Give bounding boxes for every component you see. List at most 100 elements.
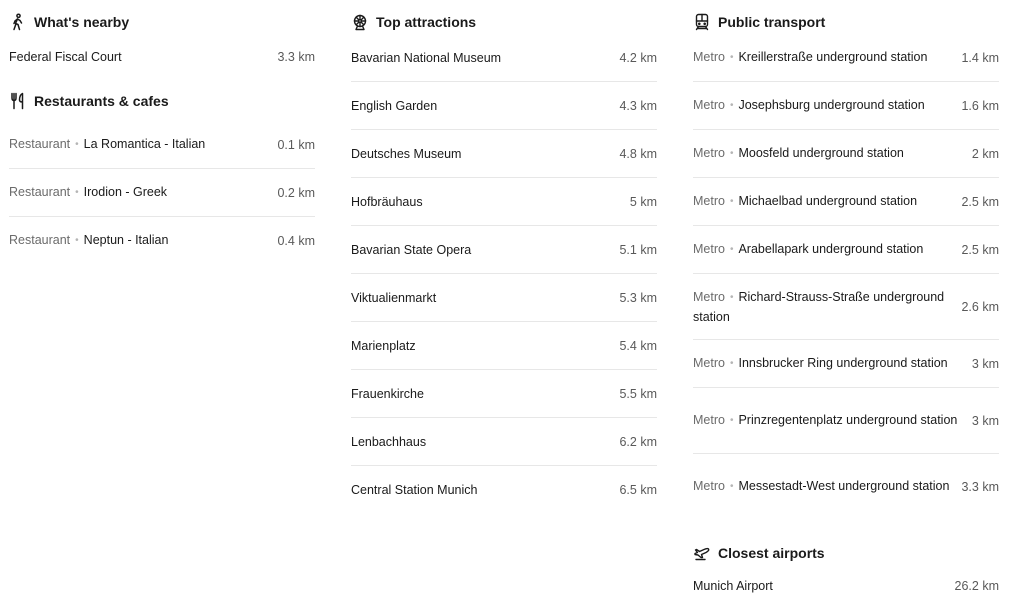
distance: 1.6 km [961, 98, 999, 113]
place-name: La Romantica - Italian [83, 136, 206, 151]
airports-list: Munich Airport 26.2 km [693, 575, 999, 597]
list-item: Munich Airport 26.2 km [693, 575, 999, 597]
place-name: Neptun - Italian [83, 232, 169, 247]
separator-dot: • [729, 414, 734, 426]
distance: 3.3 km [961, 479, 999, 494]
separator-dot: • [75, 234, 79, 246]
place-name: Innsbrucker Ring underground station [738, 355, 948, 370]
place-name: Munich Airport [693, 579, 773, 593]
category-label: Metro [693, 355, 725, 370]
category-label: Metro [693, 193, 725, 208]
walking-person-icon [9, 13, 27, 31]
distance: 3.3 km [277, 50, 315, 64]
category-label: Metro [693, 49, 725, 64]
list-item: Restaurant • Irodion - Greek 0.2 km [9, 169, 315, 217]
list-item: Restaurant • Neptun - Italian 0.4 km [9, 217, 315, 264]
column-middle: Top attractions Bavarian National Museum… [351, 0, 657, 513]
distance: 5.4 km [619, 338, 657, 353]
list-item: Federal Fiscal Court 3.3 km [9, 46, 315, 68]
distance: 4.2 km [619, 50, 657, 65]
list-item: Metro • Richard-Strauss-Straße underground… [693, 274, 999, 340]
distance: 3 km [971, 356, 999, 371]
distance: 5.5 km [619, 386, 657, 401]
separator-dot: • [729, 147, 734, 159]
place-name: Irodion - Greek [83, 184, 168, 199]
distance: 0.4 km [277, 233, 315, 248]
place-name: English Garden [351, 98, 438, 113]
list-item: Central Station Munich 6.5 km [351, 466, 657, 513]
place-name: Messestadt-West underground station [738, 478, 950, 493]
distance: 0.1 km [277, 137, 315, 152]
distance: 5.3 km [619, 290, 657, 305]
place-name: Marienplatz [351, 338, 416, 353]
category-label: Metro [693, 241, 725, 256]
category-label: Restaurant [9, 184, 71, 199]
place-name: Arabellapark underground station [738, 241, 924, 256]
list-item: Metro • Arabellapark underground station 2.… [693, 226, 999, 274]
section-header-whats-nearby: What's nearby [9, 11, 315, 33]
list-item: Metro • Josephsburg underground station 1.6… [693, 82, 999, 130]
place-name: Viktualienmarkt [351, 290, 437, 305]
place-name: Deutsches Museum [351, 146, 462, 161]
distance: 5 km [629, 194, 657, 209]
list-item: Metro • Innsbrucker Ring underground stati… [693, 340, 999, 388]
distance: 1.4 km [961, 50, 999, 65]
list-item: Deutsches Museum 4.8 km [351, 130, 657, 178]
category-label: Metro [693, 97, 725, 112]
section-header-restaurants: Restaurants & cafes [9, 90, 315, 112]
category-label: Metro [693, 412, 725, 427]
list-item: Frauenkirche 5.5 km [351, 370, 657, 418]
place-name: Lenbachhaus [351, 434, 427, 449]
category-label: Metro [693, 478, 725, 493]
place-name: Michaelbad underground station [738, 193, 918, 208]
category-label: Restaurant [9, 136, 71, 151]
place-name: Moosfeld underground station [738, 145, 904, 160]
separator-dot: • [75, 138, 79, 150]
list-item: Viktualienmarkt 5.3 km [351, 274, 657, 322]
list-item: Metro • Moosfeld underground station 2 km [693, 130, 999, 178]
section-title: Public transport [718, 14, 826, 30]
distance: 5.1 km [619, 242, 657, 257]
distance: 2.5 km [961, 242, 999, 257]
section-title: What's nearby [34, 14, 130, 30]
place-name: Federal Fiscal Court [9, 50, 122, 64]
list-item: Lenbachhaus 6.2 km [351, 418, 657, 466]
distance: 3 km [971, 413, 999, 428]
distance: 6.2 km [619, 434, 657, 449]
airplane-icon [693, 544, 711, 562]
list-item: Marienplatz 5.4 km [351, 322, 657, 370]
place-name: Prinzregentenplatz underground station [738, 412, 958, 427]
separator-dot: • [729, 357, 734, 369]
separator-dot: • [729, 291, 734, 303]
separator-dot: • [729, 195, 734, 207]
separator-dot: • [729, 480, 734, 492]
place-name: Kreillerstraße underground station [738, 49, 928, 64]
place-name: Central Station Munich [351, 482, 478, 497]
section-header-top-attractions: Top attractions [351, 11, 657, 33]
nearby-list: Federal Fiscal Court 3.3 km [9, 46, 315, 68]
separator-dot: • [729, 99, 734, 111]
transport-list: Metro • Kreillerstraße underground station… [693, 34, 999, 519]
section-title: Closest airports [718, 545, 825, 561]
list-item: Metro • Kreillerstraße underground station… [693, 34, 999, 82]
train-icon [693, 13, 711, 31]
list-item: Bavarian State Opera 5.1 km [351, 226, 657, 274]
distance: 26.2 km [954, 579, 999, 593]
list-item: Hofbräuhaus 5 km [351, 178, 657, 226]
section-title: Top attractions [376, 14, 477, 30]
separator-dot: • [729, 243, 734, 255]
distance: 6.5 km [619, 482, 657, 497]
attractions-list: Bavarian National Museum 4.2 km English G… [351, 34, 657, 513]
category-label: Metro [693, 289, 725, 304]
place-name: Bavarian National Museum [351, 50, 502, 65]
place-name: Josephsburg underground station [738, 97, 925, 112]
place-name: Bavarian State Opera [351, 242, 472, 257]
category-label: Metro [693, 145, 725, 160]
category-label: Restaurant [9, 232, 71, 247]
column-left: What's nearby Federal Fiscal Court 3.3 k… [9, 0, 315, 264]
place-name: Frauenkirche [351, 386, 424, 401]
distance: 2 km [971, 146, 999, 161]
distance: 2.6 km [961, 299, 999, 314]
list-item: English Garden 4.3 km [351, 82, 657, 130]
fork-knife-icon [9, 92, 27, 110]
